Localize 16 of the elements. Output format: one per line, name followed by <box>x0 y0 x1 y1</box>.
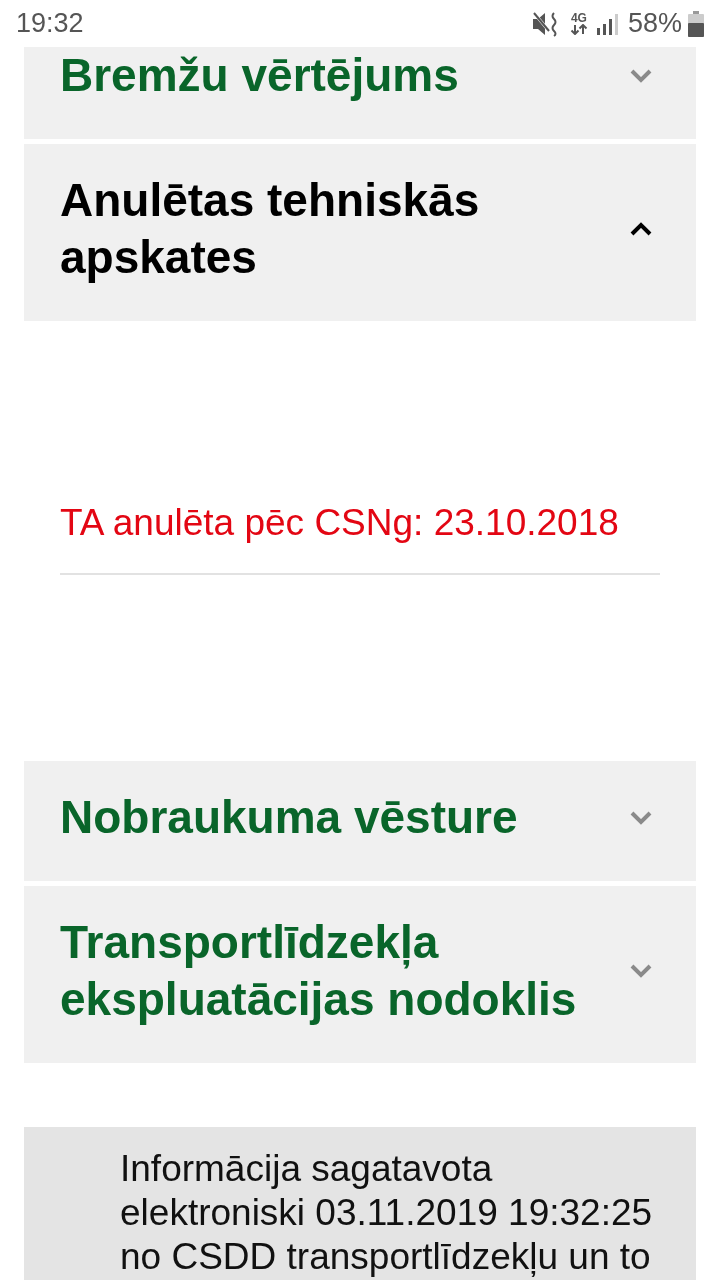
accordion-header[interactable]: Anulētas tehniskās apskates <box>24 144 696 321</box>
chevron-down-icon <box>630 68 652 83</box>
alert-text: TA anulēta pēc CSNg: 23.10.2018 <box>60 501 620 545</box>
chevron-down-icon <box>630 964 652 978</box>
accordion-header[interactable]: Bremžu vērtējums <box>24 47 696 139</box>
chevron-up-icon <box>630 222 652 236</box>
signal-icon <box>595 12 618 35</box>
network-type: 4G <box>570 12 587 24</box>
accordion-header[interactable]: Nobraukuma vēsture <box>24 761 696 881</box>
data-arrows-icon <box>569 24 588 35</box>
accordion-header[interactable]: Transportlīdzekļa ekspluatācijas nodoklis <box>24 886 696 1063</box>
chevron-down-icon <box>630 810 652 825</box>
battery-icon <box>688 10 704 37</box>
battery-percent: 58% <box>627 10 682 37</box>
status-time: 19:32 <box>16 10 84 37</box>
info-text: Informācija sagatavota elektroniski 03.11.2019 19:32:25 no CSDD transportlīdzekļu un to <box>120 1147 654 1279</box>
